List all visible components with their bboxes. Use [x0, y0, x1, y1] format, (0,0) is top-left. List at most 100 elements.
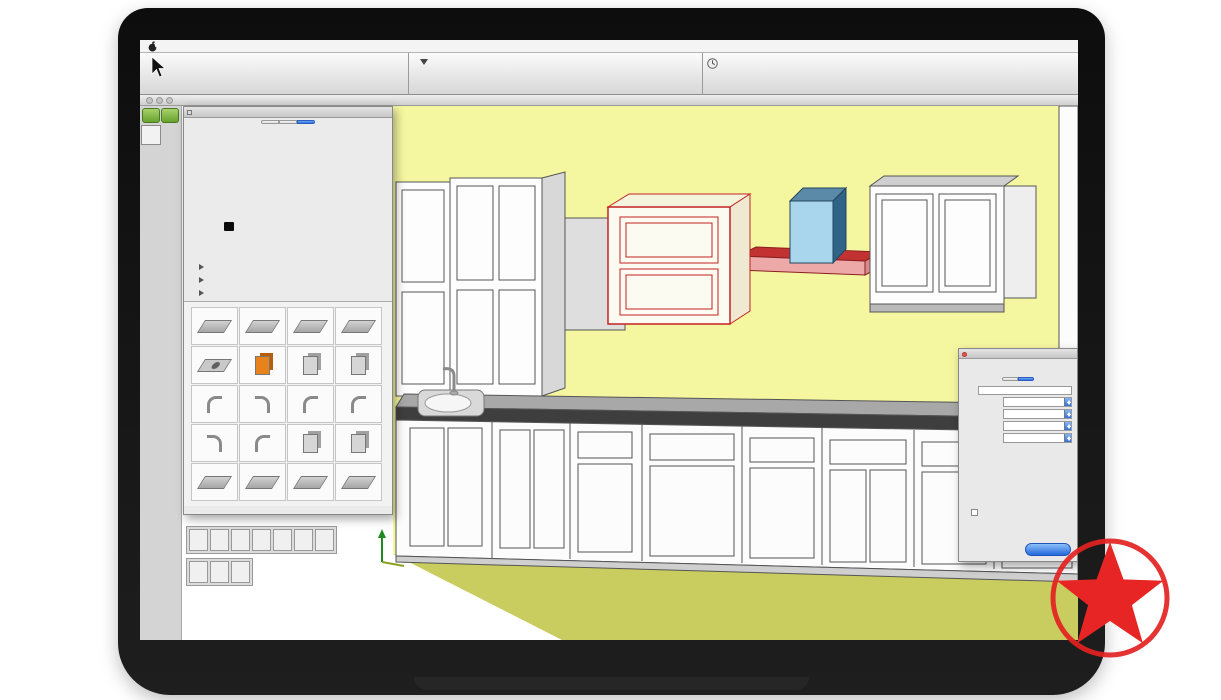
minimize-window-button[interactable] — [156, 97, 163, 104]
symbol-thumbnail[interactable] — [287, 385, 334, 423]
target-tool-icon[interactable] — [161, 285, 181, 305]
blue-box[interactable] — [790, 188, 846, 263]
text-tool-icon[interactable] — [161, 225, 181, 245]
symbol-thumbnail[interactable] — [287, 307, 334, 345]
shade-tool-icon[interactable] — [161, 325, 181, 345]
pan-hand-tool-icon[interactable] — [189, 561, 208, 583]
home-tool-icon[interactable] — [141, 425, 161, 445]
symbol-thumbnail[interactable] — [335, 463, 382, 501]
symbol-thumbnail[interactable] — [191, 385, 238, 423]
grid-delete-tool-icon[interactable] — [161, 365, 181, 385]
cone-tool-icon[interactable] — [161, 385, 181, 405]
symbol-thumbnail[interactable] — [191, 424, 238, 462]
pen-tool-icon[interactable] — [141, 225, 161, 245]
mesh-tool-icon[interactable] — [161, 245, 181, 265]
axis-tool-icon[interactable] — [141, 285, 161, 305]
category-decor[interactable] — [184, 233, 392, 247]
mode-3d-button[interactable] — [161, 108, 179, 123]
symbol-thumbnail[interactable] — [191, 346, 238, 384]
grid-tool-icon[interactable] — [273, 529, 292, 551]
grid-add-tool-icon[interactable] — [141, 365, 161, 385]
group-process-plant[interactable] — [184, 286, 392, 299]
locked-checkbox[interactable] — [971, 509, 978, 516]
category-kitchen-selected[interactable] — [184, 220, 392, 234]
symbol-thumbnail[interactable] — [335, 346, 382, 384]
category-landscap[interactable] — [184, 179, 392, 193]
disclosure-triangle-icon[interactable] — [199, 290, 204, 296]
disclosure-triangle-icon[interactable] — [199, 277, 204, 283]
select-tool-icon[interactable] — [210, 561, 229, 583]
stepper-icon[interactable] — [1064, 434, 1071, 442]
sphere-tool-icon[interactable] — [141, 325, 161, 345]
tab-display[interactable] — [1002, 377, 1018, 381]
upper-cabinet-right[interactable] — [870, 176, 1036, 312]
category-gazebo[interactable] — [184, 125, 392, 139]
control-pts-select[interactable] — [1003, 421, 1072, 431]
zoom-tool-icon[interactable] — [161, 425, 181, 445]
stepper-icon[interactable] — [1064, 422, 1071, 430]
door-tool-icon[interactable] — [252, 529, 271, 551]
tab-layers[interactable] — [279, 120, 297, 124]
stepper-icon[interactable] — [1064, 410, 1071, 418]
symbol-thumbnail[interactable] — [287, 424, 334, 462]
rotate-ccw-tool-icon[interactable] — [141, 305, 161, 325]
upper-cabinet-left[interactable] — [450, 172, 565, 396]
tab-symbols[interactable] — [297, 120, 315, 124]
point-tool-icon[interactable] — [141, 145, 161, 165]
zoom-window-button[interactable] — [166, 97, 173, 104]
window-tool-icon[interactable] — [231, 529, 250, 551]
swap-tool-icon[interactable] — [294, 529, 313, 551]
rectangle-tool-icon[interactable] — [141, 185, 161, 205]
stepper-icon[interactable] — [1064, 398, 1071, 406]
explorer-title-bar[interactable] — [184, 107, 392, 118]
rotate-cw-tool-icon[interactable] — [161, 305, 181, 325]
inspector-title-bar[interactable] — [959, 349, 1077, 359]
ring-tool-icon[interactable] — [141, 405, 161, 425]
close-icon[interactable] — [962, 352, 967, 357]
name-field[interactable] — [978, 386, 1072, 395]
wall-tool-icon[interactable] — [210, 529, 229, 551]
color-select[interactable] — [1003, 409, 1072, 419]
apple-menu-icon[interactable] — [148, 41, 157, 52]
symbol-thumbnail[interactable] — [335, 424, 382, 462]
dim-horizontal-tool-icon[interactable] — [141, 265, 161, 285]
symbol-thumbnail[interactable] — [287, 346, 334, 384]
column-tool-icon[interactable] — [189, 529, 208, 551]
dim-vertical-tool-icon[interactable] — [161, 265, 181, 285]
symbol-thumbnail[interactable] — [239, 463, 286, 501]
symbol-thumbnail[interactable] — [287, 463, 334, 501]
workplane-tool-icon[interactable] — [161, 345, 181, 365]
category-window[interactable] — [184, 166, 392, 180]
disclosure-triangle-icon[interactable] — [199, 264, 204, 270]
close-window-button[interactable] — [146, 97, 153, 104]
symbol-thumbnail[interactable] — [335, 307, 382, 345]
resolution-select[interactable] — [1003, 397, 1072, 407]
symbol-thumbnail[interactable] — [191, 463, 238, 501]
group-aec[interactable] — [184, 273, 392, 286]
arc-tool-icon[interactable] — [161, 205, 181, 225]
tab-attributes[interactable] — [1018, 377, 1034, 381]
diamond-tool-icon[interactable] — [141, 345, 161, 365]
symbol-thumbnail[interactable] — [239, 424, 286, 462]
upper-cabinet-far-left[interactable] — [396, 182, 450, 396]
tab-entities[interactable] — [261, 120, 279, 124]
category-cabfp[interactable] — [184, 152, 392, 166]
close-icon[interactable] — [187, 110, 192, 115]
triangle-tool-icon[interactable] — [141, 385, 161, 405]
symbol-thumbnail[interactable] — [239, 307, 286, 345]
symbol-thumbnail[interactable] — [239, 385, 286, 423]
roof-tool-icon[interactable] — [315, 529, 334, 551]
ellipse-tool-icon[interactable] — [161, 165, 181, 185]
select-tool-icon[interactable] — [141, 125, 161, 145]
category-antiques[interactable] — [184, 139, 392, 153]
symbol-thumbnail[interactable] — [191, 307, 238, 345]
document-title-bar[interactable] — [140, 95, 1078, 106]
category-door[interactable] — [184, 247, 392, 261]
circle-tool-icon[interactable] — [141, 165, 161, 185]
line-tool-icon[interactable] — [161, 145, 181, 165]
symbol-thumbnail[interactable] — [335, 385, 382, 423]
part-dropdown[interactable] — [420, 59, 433, 65]
star-tool-icon[interactable] — [161, 405, 181, 425]
group-iso[interactable] — [184, 260, 392, 273]
select-open-tool-icon[interactable] — [161, 125, 181, 145]
